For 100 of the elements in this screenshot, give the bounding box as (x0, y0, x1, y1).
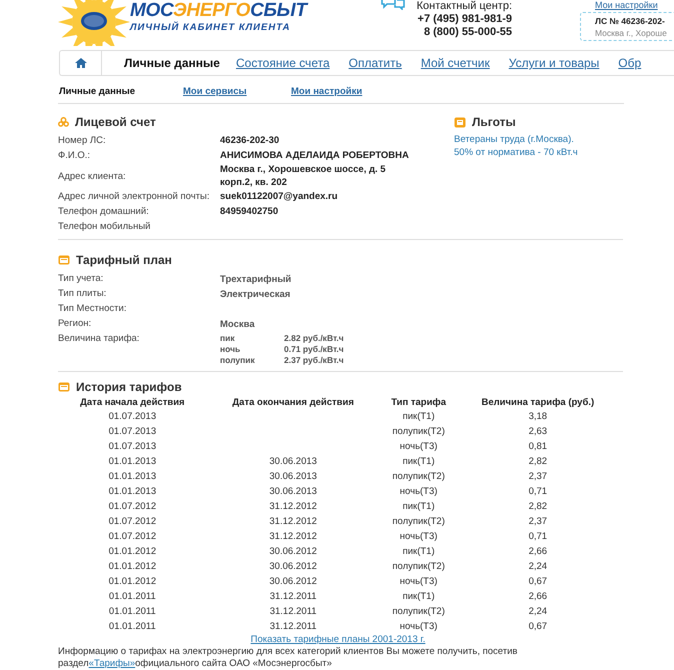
table-cell: ночь(Т3) (400, 621, 438, 632)
field-value: 46236-202-30 (220, 134, 280, 147)
section-title: Тарифный план (76, 253, 172, 267)
phone-number: 8 (800) 55-000-55 (422, 26, 512, 39)
table-cell: 30.06.2012 (269, 546, 317, 557)
table-cell: ночь(Т3) (400, 531, 438, 542)
field-label: Ф.И.О.: (58, 150, 91, 161)
home-icon[interactable] (74, 58, 86, 68)
contact-label: Контактный центр: (416, 0, 512, 13)
table-cell: ночь(Т3) (400, 441, 438, 452)
table-cell: 2,63 (528, 426, 548, 437)
table-cell: 01.07.2013 (108, 441, 156, 452)
table-cell: 3,18 (528, 411, 548, 422)
table-cell: 30.06.2013 (269, 486, 317, 497)
field-value: АНИСИМОВА АДЕЛАИДА РОБЕРТОВНА (220, 149, 410, 162)
calendar-icon (58, 382, 70, 392)
rate-zone: ночь (220, 344, 242, 355)
table-cell: 01.07.2013 (108, 411, 156, 422)
table-cell: ночь(Т3) (400, 576, 438, 587)
table-cell: 30.06.2013 (269, 471, 317, 482)
field-label: Регион: (58, 318, 92, 329)
rate-zone: полупик (220, 355, 256, 366)
field-label: Телефон мобильный (58, 221, 152, 232)
table-cell: 2,37 (528, 471, 548, 482)
column-header: Дата окончания действия (231, 396, 355, 409)
table-cell: 2,24 (528, 606, 548, 617)
table-cell: 01.01.2013 (108, 486, 156, 497)
table-cell: 01.07.2013 (108, 426, 156, 437)
rate-price: 2.82 руб./кВт.ч (284, 333, 344, 344)
nav-tab[interactable]: Личные данные (124, 56, 220, 70)
field-value: Москва (220, 318, 256, 331)
table-cell: пик(Т1) (402, 456, 435, 467)
logo-text: СБЫТ (250, 0, 307, 21)
field-value: Электрическая (220, 288, 292, 301)
tariffs-link[interactable]: «Тарифы» (88, 658, 136, 669)
logo-text: ЭНЕРГО (172, 0, 250, 21)
section-title: Льготы (472, 115, 516, 129)
column-header: Дата начала действия (79, 396, 186, 409)
section-title: Лицевой счет (75, 115, 156, 129)
field-label: Тип учета: (58, 273, 104, 284)
calendar-icon (58, 255, 70, 265)
field-label: Величина тарифа: (58, 333, 140, 344)
table-cell: 31.12.2012 (269, 501, 317, 512)
table-cell: 0,71 (528, 486, 548, 497)
document-icon (454, 116, 466, 128)
field-label: Адрес клиента: (58, 170, 127, 182)
table-cell: пик(Т1) (402, 546, 435, 557)
table-cell: 30.06.2012 (269, 561, 317, 572)
nav-tab[interactable]: Обр (618, 56, 642, 70)
rate-zone: пик (220, 333, 236, 344)
table-cell: 31.12.2011 (270, 621, 317, 632)
table-cell: 01.01.2012 (108, 576, 156, 587)
column-header: Тип тарифа (390, 396, 448, 409)
subnav-tab[interactable]: Личные данные (59, 86, 183, 96)
table-cell: 0,67 (528, 621, 548, 632)
field-value: suek01122007@yandex.ru (220, 190, 339, 203)
table-cell: 01.01.2012 (108, 546, 156, 557)
table-cell: пик(Т1) (402, 591, 435, 602)
show-plans-link[interactable]: Показать тарифные планы 2001-2013 г. (58, 634, 618, 646)
table-cell: полупик(Т2) (392, 426, 445, 437)
table-cell: 0,81 (528, 441, 548, 452)
table-cell: 01.07.2012 (108, 501, 156, 512)
table-cell: полупик(Т2) (392, 606, 445, 617)
table-cell: 31.12.2011 (270, 591, 317, 602)
nav-tab[interactable]: Мой счетчик (420, 56, 490, 70)
phone-number: +7 (495) 981-981-9 (416, 13, 512, 26)
table-cell: полупик(Т2) (392, 561, 445, 572)
people-icon (58, 117, 69, 127)
table-cell: 30.06.2013 (269, 456, 317, 467)
settings-link[interactable]: Мои настройки (595, 0, 658, 10)
table-cell: 2,37 (528, 516, 548, 527)
table-cell: 01.01.2012 (108, 561, 156, 572)
section-title: История тарифов (76, 380, 182, 394)
table-cell: 31.12.2012 (269, 516, 317, 527)
field-label: Тип плиты: (58, 288, 108, 299)
subnav-tab[interactable]: Мои настройки (291, 86, 399, 96)
nav-tab[interactable]: Оплатить (348, 56, 402, 70)
chat-bubbles-icon (381, 0, 405, 10)
table-cell: 30.06.2012 (269, 576, 317, 587)
table-cell: 01.01.2011 (108, 591, 156, 602)
table-cell: 2,82 (528, 456, 548, 467)
table-cell: полупик(Т2) (392, 471, 445, 482)
table-cell: полупик(Т2) (392, 516, 445, 527)
table-cell: 2,24 (528, 561, 548, 572)
table-cell: 01.01.2013 (108, 456, 156, 467)
nav-tab[interactable]: Состояние счета (236, 56, 330, 70)
table-cell: 0,67 (528, 576, 548, 587)
info-text: Информацию о тарифах на электроэнергию для всех категорий клиентов Вы можете получить, посетив раздел«Тарифы»официального сайта ОАО «Мосэнергосбыт» (58, 646, 518, 670)
account-card[interactable]: ЛС № 46236-202- Москва г., Хороше (580, 12, 674, 41)
subnav-tab[interactable]: Мои сервисы (183, 86, 291, 96)
column-header: Величина тарифа (руб.) (480, 396, 596, 409)
field-label: Адрес личной электронной почты: (58, 191, 210, 202)
nav-tab[interactable]: Услуги и товары (508, 56, 600, 70)
benefit-text: Ветераны труда (г.Москва). (454, 133, 575, 146)
table-cell: 01.01.2013 (108, 471, 156, 482)
field-value: Трехтарифный (220, 273, 292, 286)
logo-text: МОС (130, 0, 173, 21)
table-cell: 0,71 (528, 531, 548, 542)
field-label: Тип Местности: (58, 303, 128, 314)
logo-subtitle: ЛИЧНЫЙ КАБИНЕТ КЛИЕНТА (130, 22, 291, 33)
